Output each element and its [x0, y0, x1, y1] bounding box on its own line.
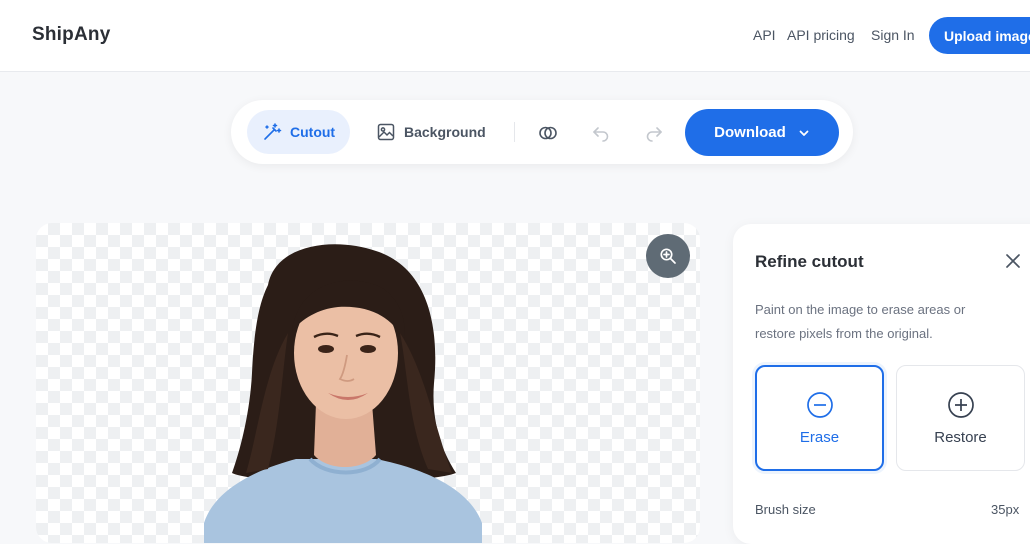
nav-link-sign-in[interactable]: Sign In: [871, 27, 915, 43]
erase-label: Erase: [799, 428, 840, 446]
toolbar-divider: [514, 122, 515, 142]
nav-link-api-pricing[interactable]: API pricing: [787, 27, 855, 43]
panel-title: Refine cutout: [755, 252, 864, 271]
image-icon: [377, 123, 395, 141]
wand-icon: [264, 123, 282, 140]
minus-circle-icon: [806, 391, 833, 418]
image-canvas[interactable]: [36, 223, 700, 543]
tab-background[interactable]: Background: [361, 110, 501, 154]
top-navigation-bar: ShipAny API API pricing Sign In Upload i…: [0, 0, 1030, 72]
tab-cutout[interactable]: Cutout: [247, 110, 351, 154]
download-label: Download: [714, 124, 786, 141]
zoom-in-button[interactable]: [646, 234, 690, 278]
restore-mode-button[interactable]: Restore: [896, 365, 1025, 471]
panel-description: Paint on the image to erase areas or res…: [755, 302, 966, 341]
upload-image-button[interactable]: Upload image: [929, 17, 1030, 54]
compare-icon[interactable]: [537, 122, 559, 144]
tab-background-label: Background: [404, 124, 486, 140]
download-button[interactable]: Download: [685, 109, 839, 156]
chevron-down-icon: [799, 130, 809, 136]
logo[interactable]: ShipAny: [32, 24, 110, 46]
brush-size-label: Brush size: [755, 502, 816, 517]
close-icon[interactable]: [1003, 251, 1023, 271]
tab-cutout-label: Cutout: [290, 124, 336, 140]
plus-circle-icon: [947, 391, 974, 418]
nav-link-api[interactable]: API: [753, 27, 776, 43]
redo-icon[interactable]: [643, 122, 665, 144]
refine-cutout-panel: Refine cutout Paint on the image to eras…: [733, 224, 1030, 544]
restore-label: Restore: [934, 428, 987, 446]
portrait-image: [204, 244, 482, 543]
editor-toolbar: Cutout Background Download: [231, 100, 853, 164]
erase-mode-button[interactable]: Erase: [755, 365, 884, 471]
undo-icon[interactable]: [590, 122, 612, 144]
zoom-in-icon: [660, 248, 676, 264]
brush-size-value: 35px: [991, 502, 1020, 517]
